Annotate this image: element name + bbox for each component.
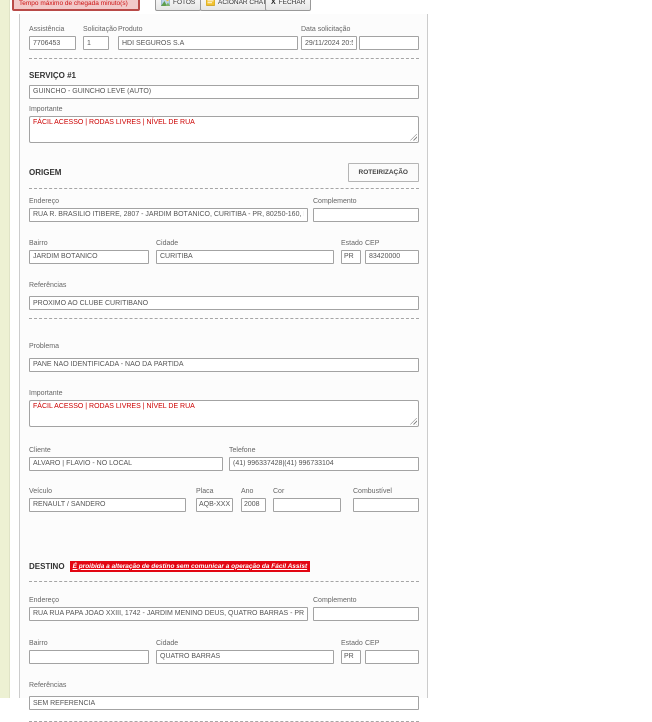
cliente-row: Cliente Telefone [29,447,419,471]
origem-complemento-label: Complemento [313,198,419,206]
origem-cep-input[interactable] [365,250,419,264]
destino-warning-badge: É proibida a alteração de destino sem co… [70,561,311,572]
origem-cidade-input[interactable] [156,250,334,264]
destino-endereco-row: Endereço Complemento [29,597,419,621]
ano-input[interactable] [241,498,266,512]
cliente-label: Cliente [29,447,223,455]
data-solicitacao-label: Data solicitação [301,26,357,34]
data-extra-label [359,26,419,34]
problema-label: Problema [29,343,419,351]
header-fields-row: Assistência Solicitação Produto Data sol… [29,26,419,50]
close-x-icon: X [271,0,276,6]
origem-bairro-input[interactable] [29,250,149,264]
destino-estado-input[interactable] [341,650,361,664]
servico-section-title: SERVIÇO #1 [29,71,419,80]
servico-importante-label: Importante [29,106,419,114]
fotos-button[interactable]: FOTOS [155,0,201,11]
origem-section-title: ORIGEM [29,168,61,177]
origem-referencias-input[interactable] [29,296,419,310]
destino-cidade-input[interactable] [156,650,334,664]
divider [29,318,419,319]
fechar-button-label: FECHAR [279,0,306,6]
destino-endereco-label: Endereço [29,597,308,605]
destino-bairro-row: Bairro Cidade Estado CEP [29,640,419,664]
ano-label: Ano [241,488,266,496]
toolbar: Tempo máximo de chegada minuto(s) FOTOS … [0,0,652,12]
placa-label: Placa [196,488,233,496]
origem-header: ORIGEM ROTEIRIZAÇÃO [29,163,419,182]
destino-referencias-input[interactable] [29,696,419,710]
divider [29,58,419,59]
service-form-panel: Assistência Solicitação Produto Data sol… [19,14,428,698]
cor-input[interactable] [273,498,341,512]
cliente-input[interactable] [29,457,223,471]
chat-icon [206,0,215,6]
servico-importante-textarea[interactable]: FÁCIL ACESSO | RODAS LIVRES | NÍVEL DE R… [29,116,419,143]
divider [29,581,419,582]
destino-endereco-input[interactable] [29,607,308,621]
roteirizacao-button[interactable]: ROTEIRIZAÇÃO [348,163,419,182]
importante-label: Importante [29,390,419,398]
origem-bairro-row: Bairro Cidade Estado CEP [29,240,419,264]
left-accent-strip [0,0,10,698]
cor-label: Cor [273,488,341,496]
destino-complemento-input[interactable] [313,607,419,621]
destino-referencias-label: Referências [29,682,419,690]
data-extra-input[interactable] [359,36,419,50]
destino-bairro-input[interactable] [29,650,149,664]
veiculo-input[interactable] [29,498,186,512]
destino-header: DESTINO É proibida a alteração de destin… [29,561,419,572]
origem-endereco-label: Endereço [29,198,308,206]
origem-bairro-label: Bairro [29,240,149,248]
origem-complemento-input[interactable] [313,208,419,222]
destino-cep-label: CEP [365,640,419,648]
arrival-time-warning: Tempo máximo de chegada minuto(s) [12,0,140,11]
fechar-button[interactable]: X FECHAR [265,0,311,11]
origem-estado-input[interactable] [341,250,361,264]
solicitacao-label: Solicitação [83,26,109,34]
produto-label: Produto [118,26,298,34]
photo-icon [161,0,170,6]
divider [29,188,419,189]
data-solicitacao-input[interactable] [301,36,357,50]
telefone-input[interactable] [229,457,419,471]
telefone-label: Telefone [229,447,419,455]
problema-input[interactable] [29,358,419,372]
veiculo-label: Veículo [29,488,186,496]
origem-cidade-label: Cidade [156,240,334,248]
placa-input[interactable] [196,498,233,512]
acionar-chat-button-label: ACIONAR CHAT [218,0,267,6]
servico-tipo-input[interactable] [29,85,419,99]
veiculo-row: Veículo Placa Ano Cor Combustível [29,488,419,512]
origem-endereco-row: Endereço Complemento [29,198,419,222]
produto-input[interactable] [118,36,298,50]
assistencia-label: Assistência [29,26,76,34]
fotos-button-label: FOTOS [173,0,195,6]
destino-estado-label: Estado [341,640,361,648]
origem-referencias-label: Referências [29,282,419,290]
destino-cep-input[interactable] [365,650,419,664]
combustivel-label: Combustível [353,488,419,496]
destino-complemento-label: Complemento [313,597,419,605]
destino-bairro-label: Bairro [29,640,149,648]
origem-estado-label: Estado [341,240,361,248]
assistencia-input[interactable] [29,36,76,50]
origem-cep-label: CEP [365,240,419,248]
destino-cidade-label: Cidade [156,640,334,648]
destino-section-title: DESTINO [29,562,65,571]
solicitacao-input[interactable] [83,36,109,50]
acionar-chat-button[interactable]: ACIONAR CHAT [200,0,273,11]
combustivel-input[interactable] [353,498,419,512]
importante-textarea[interactable]: FÁCIL ACESSO | RODAS LIVRES | NÍVEL DE R… [29,400,419,427]
arrival-time-warning-text: Tempo máximo de chegada minuto(s) [19,0,128,7]
origem-endereco-input[interactable] [29,208,308,222]
